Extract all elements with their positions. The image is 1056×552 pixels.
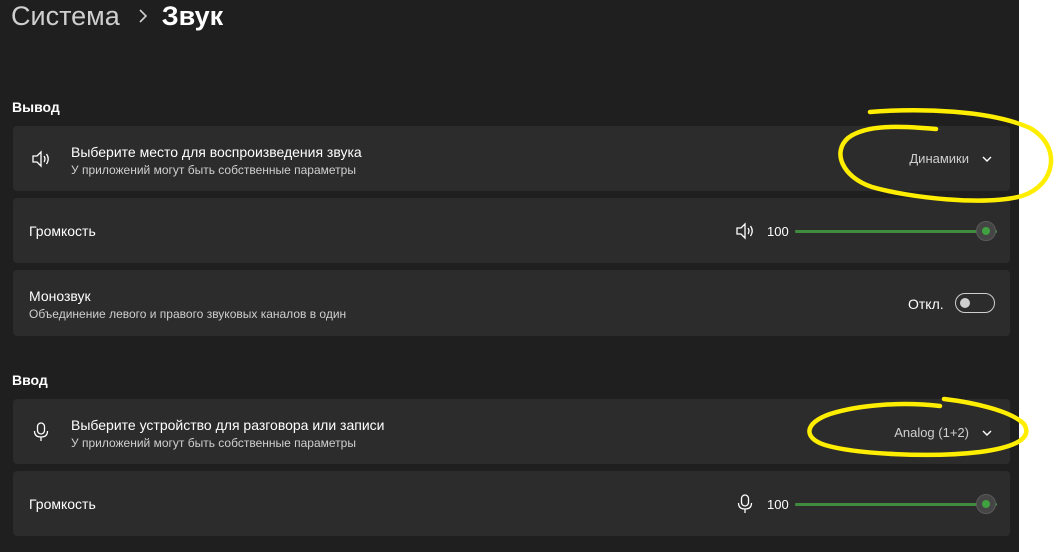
input-section-title: Ввод <box>12 372 48 388</box>
output-device-selected: Динамики <box>909 151 969 166</box>
output-section-title: Вывод <box>12 99 60 115</box>
breadcrumb: Система Звук <box>11 0 223 34</box>
input-volume-value: 100 <box>767 497 789 512</box>
output-device-subtitle: У приложений могут быть собственные пара… <box>71 163 356 177</box>
output-volume-card: Громкость 100 <box>13 198 1010 263</box>
speaker-icon[interactable] <box>734 220 756 242</box>
input-volume-label: Громкость <box>29 496 96 512</box>
mono-audio-title: Монозвук <box>29 288 91 304</box>
output-device-title: Выберите место для воспроизведения звука <box>71 144 362 160</box>
output-volume-value: 100 <box>767 224 789 239</box>
output-volume-slider[interactable] <box>795 230 997 233</box>
input-device-selected: Analog (1+2) <box>894 425 969 440</box>
page-title: Звук <box>161 0 224 31</box>
input-device-title: Выберите устройство для разговора или за… <box>71 417 385 433</box>
input-volume-slider-thumb[interactable] <box>976 494 996 514</box>
chevron-down-icon <box>982 156 992 162</box>
microphone-icon[interactable] <box>734 493 756 515</box>
output-device-card[interactable]: Выберите место для воспроизведения звука… <box>13 126 1010 191</box>
output-volume-label: Громкость <box>29 223 96 239</box>
chevron-down-icon <box>982 430 992 436</box>
mono-audio-state-label: Откл. <box>908 296 944 312</box>
breadcrumb-system-link[interactable]: Система <box>11 1 120 32</box>
output-volume-slider-fill <box>795 230 997 233</box>
settings-window: Система Звук Вывод Выберите место для во… <box>0 0 1019 552</box>
input-volume-card: Громкость 100 <box>13 471 1010 536</box>
mono-audio-toggle[interactable] <box>955 293 995 313</box>
output-device-dropdown[interactable]: Динамики <box>909 151 993 166</box>
input-device-dropdown[interactable]: Analog (1+2) <box>894 425 993 440</box>
input-volume-slider-fill <box>795 503 997 506</box>
input-device-subtitle: У приложений могут быть собственные пара… <box>71 436 356 450</box>
output-volume-slider-thumb[interactable] <box>976 221 996 241</box>
input-device-card[interactable]: Выберите устройство для разговора или за… <box>13 399 1010 464</box>
speaker-icon <box>32 150 49 168</box>
mono-audio-card: Монозвук Объединение левого и правого зв… <box>13 270 1010 336</box>
chevron-right-icon <box>139 9 147 23</box>
input-volume-slider[interactable] <box>795 503 997 506</box>
mono-audio-subtitle: Объединение левого и правого звуковых ка… <box>29 307 347 321</box>
microphone-icon <box>33 422 49 441</box>
